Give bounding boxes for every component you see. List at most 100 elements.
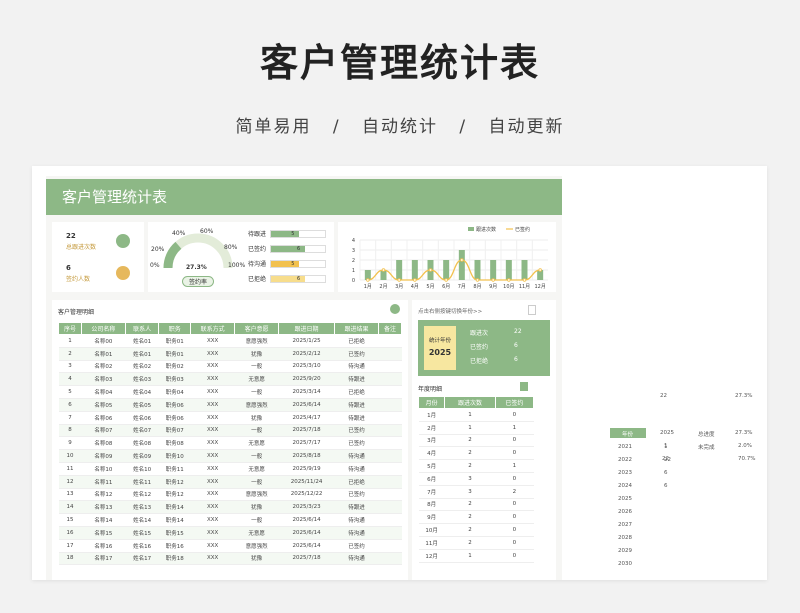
month-row[interactable]: 4月 2 0 (418, 446, 534, 461)
table-cell (378, 462, 402, 476)
detail-col-header: 序号 (58, 322, 82, 335)
table-cell: 职务11 (158, 462, 191, 476)
table-row[interactable]: 11 名称10 姓名10 职务11 XXX 无意愿 2025/9/19 待沟通 (58, 462, 402, 476)
followup-bar (396, 260, 403, 280)
table-cell: 姓名08 (125, 436, 159, 451)
table-cell: 已签约 (334, 488, 379, 502)
month-cell: 0 (495, 549, 534, 563)
month-row[interactable]: 6月 3 0 (418, 472, 534, 486)
gauge-tick-0: 0% (150, 262, 160, 269)
x-tick-label: 7月 (458, 284, 466, 290)
table-cell: 姓名11 (125, 475, 159, 489)
detail-col-header: 客户意愿 (234, 322, 280, 335)
table-row[interactable]: 12 名称11 姓名11 职务12 XXX 一般 2025/11/24 已拒绝 (58, 475, 402, 489)
table-cell: 职务15 (158, 526, 191, 540)
year-switch-hint: 点击右侧按键切换年份>> (418, 309, 483, 315)
month-row[interactable]: 5月 2 1 (418, 459, 534, 473)
side-year-item: 2030 (618, 561, 632, 567)
status-bar-value: 6 (297, 246, 301, 252)
month-cell: 0 (495, 498, 534, 512)
table-cell: 待沟通 (334, 526, 379, 540)
table-cell: 1 (58, 334, 82, 348)
kpi-signed-label: 签约人数 (66, 276, 91, 283)
table-cell: 姓名17 (125, 552, 159, 566)
year-panel-card: 点击右侧按键切换年份>> 统计年份 2025 跟进次 22 已签约 6 已拒绝 … (412, 300, 556, 580)
month-row[interactable]: 8月 2 0 (418, 498, 534, 512)
table-row[interactable]: 5 名称04 姓名04 职务04 XXX 一般 2025/3/14 已拒绝 (58, 385, 402, 399)
table-row[interactable]: 9 名称08 姓名08 职务08 XXX 无意愿 2025/7/17 已签约 (58, 436, 402, 451)
month-col-header: 跟进次数 (444, 396, 496, 409)
side-year-row-b: 总进度 (698, 432, 715, 438)
month-cell: 2 (444, 446, 496, 461)
table-cell: XXX (190, 334, 235, 348)
month-cell: 10月 (418, 523, 445, 537)
month-cell: 7月 (418, 485, 445, 499)
month-row[interactable]: 1月 1 0 (418, 408, 534, 422)
table-cell: XXX (190, 500, 235, 515)
table-cell: 4 (58, 372, 82, 387)
table-cell: 2025/6/14 (278, 526, 335, 540)
followup-bar (490, 260, 497, 280)
table-cell: 已拒绝 (334, 475, 379, 489)
table-row[interactable]: 17 名称16 姓名16 职务16 XXX 意愿强烈 2025/6/14 已签约 (58, 539, 402, 553)
table-row[interactable]: 4 名称03 姓名03 职务03 XXX 无意愿 2025/9/20 待跟进 (58, 372, 402, 387)
user-icon[interactable] (390, 304, 400, 314)
month-row[interactable]: 7月 3 2 (418, 485, 534, 499)
year-stat-label-1: 跟进次 (470, 330, 489, 337)
month-row[interactable]: 9月 2 0 (418, 510, 534, 525)
table-cell (378, 552, 402, 566)
table-row[interactable]: 16 名称15 姓名15 职务15 XXX 无意愿 2025/6/14 待沟通 (58, 526, 402, 540)
table-cell: 18 (58, 552, 82, 566)
hero-subtitle: 简单易用 / 自动统计 / 自动更新 (235, 117, 565, 137)
y-tick-label: 4 (352, 238, 355, 244)
table-cell: 职务01 (158, 347, 191, 361)
x-tick-label: 5月 (426, 284, 434, 290)
table-cell: 待沟通 (334, 552, 379, 566)
side-year-item: 2023 (618, 470, 632, 476)
month-cell: 1月 (418, 408, 445, 422)
status-bar-value: 5 (291, 261, 295, 267)
month-row[interactable]: 3月 2 0 (418, 434, 534, 448)
year-switch-scroll[interactable] (528, 305, 536, 315)
table-cell: 8 (58, 424, 82, 438)
table-cell: 职务06 (158, 398, 191, 412)
table-cell: 无意愿 (234, 462, 279, 476)
table-row[interactable]: 2 名称01 姓名01 职务01 XXX 犹豫 2025/2/12 已签约 (58, 347, 402, 361)
table-row[interactable]: 13 名称12 姓名12 职务12 XXX 意愿强烈 2025/12/22 已签约 (58, 488, 402, 502)
year-stats-panel: 统计年份 2025 跟进次 22 已签约 6 已拒绝 6 (418, 320, 550, 376)
status-bar-track: 5 (270, 260, 326, 268)
menu-icon[interactable] (520, 382, 528, 391)
table-row[interactable]: 14 名称13 姓名13 职务14 XXX 犹豫 2025/3/23 待跟进 (58, 500, 402, 515)
table-cell: 犹豫 (234, 552, 279, 566)
followup-bar (505, 260, 512, 280)
side-top-a: 22 (660, 393, 667, 399)
side-year-row-c: 27.3% (735, 430, 753, 436)
month-row[interactable]: 12月 1 0 (418, 549, 534, 563)
month-row[interactable]: 10月 2 0 (418, 523, 534, 537)
month-row[interactable]: 2月 1 1 (418, 421, 534, 435)
table-cell: 名称08 (81, 436, 126, 451)
table-cell: 职务10 (158, 449, 191, 463)
table-row[interactable]: 10 名称09 姓名09 职务10 XXX 一般 2025/8/18 待沟通 (58, 449, 402, 463)
table-row[interactable]: 3 名称02 姓名02 职务02 XXX 一般 2025/3/10 待沟通 (58, 360, 402, 374)
table-row[interactable]: 8 名称07 姓名07 职务07 XXX 一般 2025/7/18 已签约 (58, 424, 402, 438)
table-row[interactable]: 15 名称14 姓名14 职务14 XXX 一般 2025/6/14 待沟通 (58, 513, 402, 527)
month-cell: 12月 (418, 549, 445, 563)
table-cell: 一般 (234, 424, 279, 438)
table-cell: 3 (58, 360, 82, 374)
table-row[interactable]: 6 名称05 姓名05 职务06 XXX 意愿强烈 2025/6/14 待跟进 (58, 398, 402, 412)
followup-bar (411, 260, 418, 280)
year-stat-label-3: 已拒绝 (470, 358, 489, 365)
month-cell: 0 (495, 536, 534, 550)
table-cell: 名称11 (81, 475, 126, 489)
table-cell: 名称09 (81, 449, 126, 463)
table-row[interactable]: 7 名称06 姓名06 职务06 XXX 犹豫 2025/4/17 待跟进 (58, 411, 402, 425)
table-cell: 2025/3/14 (278, 385, 335, 399)
table-row[interactable]: 18 名称17 姓名17 职务18 XXX 犹豫 2025/7/18 待沟通 (58, 552, 402, 566)
table-row[interactable]: 1 名称00 姓名01 职务01 XXX 意愿强烈 2025/1/25 已拒绝 (58, 334, 402, 348)
year-stat-value-3: 6 (514, 356, 518, 363)
month-row[interactable]: 11月 2 0 (418, 536, 534, 550)
status-bar-track: 6 (270, 275, 326, 283)
spreadsheet-sheet: 客户管理统计表 22 总跟进次数 6 签约人数 0% 20% 40% 60% 8… (32, 166, 767, 580)
gauge-tick-80: 80% (224, 244, 238, 251)
